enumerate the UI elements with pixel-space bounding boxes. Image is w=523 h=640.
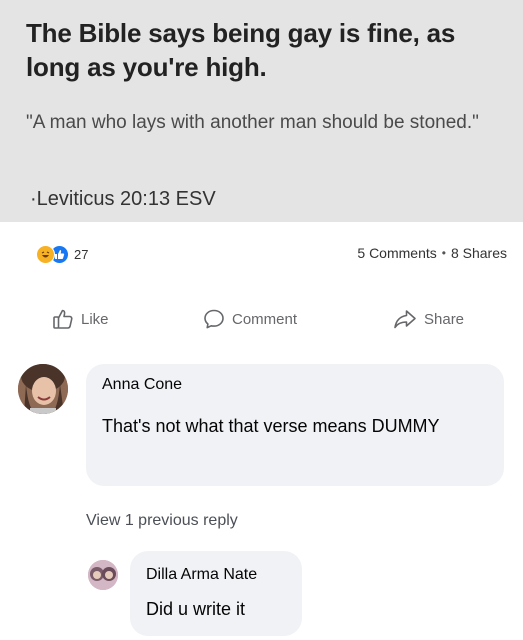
separator-dot: • [441,246,446,260]
post-image-card: The Bible says being gay is fine, as lon… [0,0,523,222]
like-button[interactable]: Like [52,308,109,330]
avatar[interactable] [18,364,68,414]
comment-text: That's not what that verse means DUMMY [102,416,440,436]
shares-count-link[interactable]: 8 Shares [451,245,507,261]
reactions-summary[interactable]: 27 [36,243,88,265]
reply-bubble: Dilla Arma Nate Did u write it [130,551,302,636]
like-label: Like [81,310,109,328]
share-label: Share [424,310,465,328]
post-quote: "A man who lays with another man should … [26,112,479,133]
reaction-count: 27 [74,246,89,262]
share-button[interactable]: Share [393,308,464,330]
comment-icon [203,308,225,330]
engagement-counts: 5 Comments • 8 Shares [357,245,507,261]
post-citation: ·Leviticus 20:13 ESV [30,188,216,210]
thumbs-up-icon [52,308,74,330]
reply-text: Did u write it [146,599,246,619]
comment-author[interactable]: Anna Cone [102,376,182,394]
haha-reaction-icon [36,244,55,264]
avatar[interactable] [88,560,118,590]
comment-button[interactable]: Comment [203,308,297,330]
reply-author[interactable]: Dilla Arma Nate [146,566,257,584]
post-headline: The Bible says being gay is fine, as lon… [26,18,456,82]
comment-bubble: Anna Cone That's not what that verse mea… [86,364,504,486]
comment-label: Comment [232,310,298,328]
view-previous-reply-link[interactable]: View 1 previous reply [86,512,238,530]
share-icon [393,308,417,330]
comments-count-link[interactable]: 5 Comments [357,245,436,261]
post-action-bar: Like Comment Share [0,300,523,340]
